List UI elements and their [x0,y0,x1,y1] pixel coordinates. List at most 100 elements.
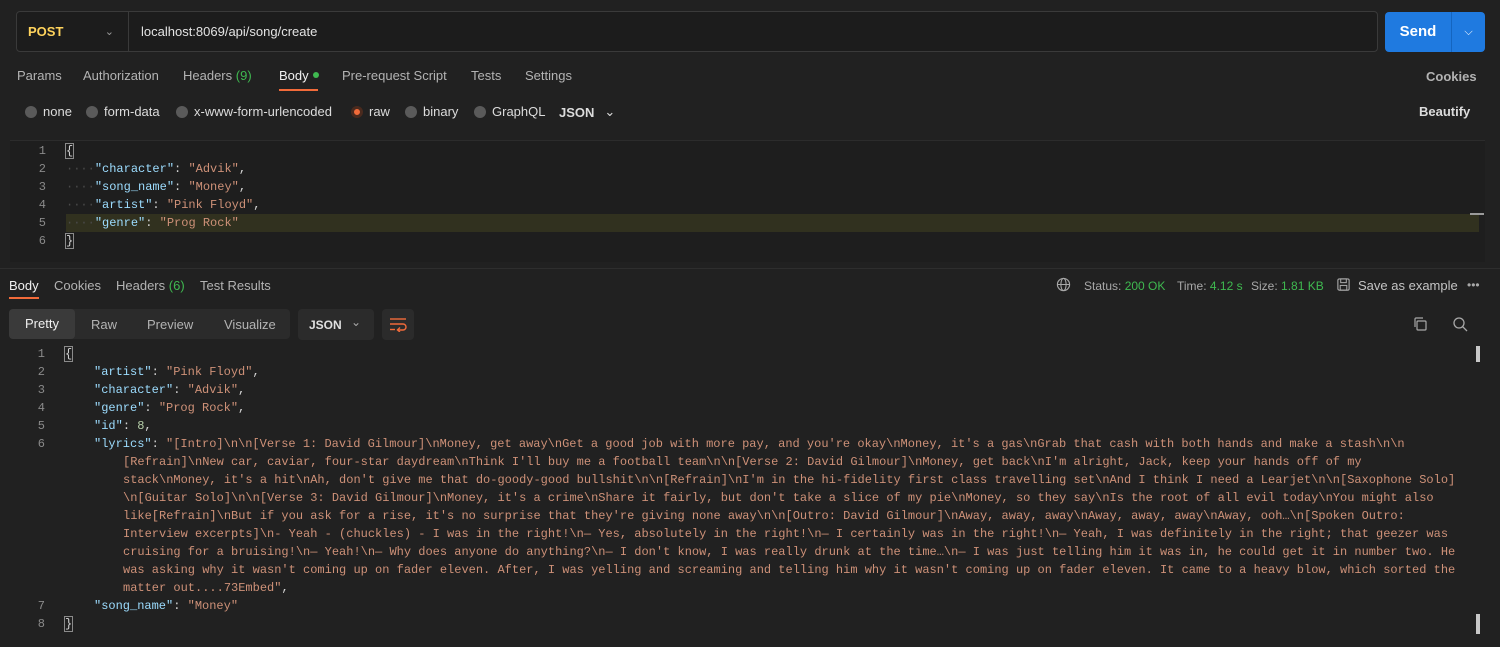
lyrics-value-line: was asking why it wasn't coming up on fa… [123,563,1456,577]
radio-binary[interactable]: binary [405,104,458,119]
tab-tests[interactable]: Tests [471,68,501,83]
more-options-icon[interactable]: ••• [1467,278,1480,292]
response-body-viewer[interactable]: 1 2 3 4 5 6 7 8 { "artist": "Pink Floyd"… [0,344,1500,647]
lyrics-value-line: [Refrain]\nNew car, caviar, four-star da… [123,455,1362,469]
wrap-lines-icon [390,318,407,332]
json-key: "genre" [94,216,146,230]
radio-urlencoded[interactable]: x-www-form-urlencoded [176,104,332,119]
json-key: "character" [94,383,174,397]
status-value: 200 OK [1124,279,1166,293]
lyrics-value-line: \n[Guitar Solo]\n\n[Verse 3: David Gilmo… [123,491,1434,505]
view-pretty[interactable]: Pretty [9,309,75,339]
radio-graphql[interactable]: GraphQL [474,104,545,119]
view-visualize[interactable]: Visualize [224,317,276,332]
json-value: "Money" [187,599,239,613]
line-number: 7 [37,599,45,613]
send-options-chevron-icon[interactable]: ⌵ [1452,12,1485,52]
line-number: 5 [37,419,45,433]
line-number: 1 [37,347,45,361]
size-label: Size: [1251,279,1278,293]
scrollbar-thumb-bottom[interactable] [1476,614,1480,634]
radio-form-data[interactable]: form-data [86,104,160,119]
response-format-select[interactable]: JSON ⌄ [298,309,374,340]
method-label: POST [28,24,64,39]
line-number: 3 [38,180,46,194]
view-mode-segment: Pretty Raw Preview Visualize [9,309,290,339]
status-indicator: Status: 200 OK [1084,279,1165,293]
radio-none[interactable]: none [25,104,72,119]
beautify-button[interactable]: Beautify [1419,104,1470,119]
method-select[interactable]: POST ⌄ [17,12,129,51]
json-key: "genre" [94,401,145,415]
time-indicator: Time: 4.12 s [1177,279,1243,293]
radio-raw[interactable]: raw [351,104,390,119]
code-line: ····"artist": "Pink Floyd", [66,198,261,212]
save-icon [1336,277,1351,295]
response-tab-body[interactable]: Body [9,278,39,293]
headers-count: (9) [235,68,252,83]
line-number: 2 [38,162,46,176]
line-number: 1 [38,144,46,158]
radio-graphql-label: GraphQL [492,104,546,119]
cookies-link[interactable]: Cookies [1426,69,1477,84]
globe-icon[interactable] [1056,277,1071,295]
radio-none-label: none [43,104,72,119]
body-dot-indicator [312,72,319,78]
json-key: "song_name" [94,180,175,194]
tab-body-label: Body [279,68,309,83]
tab-headers-label: Headers [183,68,233,83]
radio-form-data-label: form-data [104,104,160,119]
line-number: 3 [37,383,45,397]
chevron-down-icon: ⌄ [351,315,362,329]
radio-circle-selected [351,105,363,118]
tab-authorization[interactable]: Authorization [83,68,159,83]
json-key: "character" [94,162,175,176]
request-body-editor[interactable]: 1 2 3 4 5 6 { ····"character": "Advik", … [10,140,1485,262]
response-tab-test-results[interactable]: Test Results [200,278,271,293]
response-tab-cookies[interactable]: Cookies [54,278,101,293]
wrap-lines-button[interactable] [382,309,414,340]
code-line: ····"character": "Advik", [66,162,247,176]
lyrics-value-line: "[Intro]\n\n[Verse 1: David Gilmour]\nMo… [166,437,1405,451]
search-icon[interactable] [1452,316,1468,335]
line-number: 6 [37,437,45,451]
format-label: JSON [309,318,342,332]
size-indicator: Size: 1.81 KB [1251,279,1324,293]
url-input[interactable]: localhost:8069/api/song/create [141,12,317,51]
tab-pre-request-script[interactable]: Pre-request Script [342,68,447,83]
open-brace: { [63,346,74,362]
tab-body[interactable]: Body [279,68,319,83]
json-key: "artist" [94,365,152,379]
response-active-underline [9,297,39,299]
lyrics-value-line: like[Refrain]\nBut if you ask for a rise… [123,509,1405,523]
body-language-label: JSON [559,104,595,120]
time-label: Time: [1177,279,1207,293]
code-line: "character": "Advik", [94,383,246,397]
scrollbar-thumb-top[interactable] [1476,346,1480,362]
json-key: "artist" [94,198,153,212]
line-number: 6 [38,234,46,248]
send-button[interactable]: Send ⌵ [1385,12,1485,52]
tab-headers[interactable]: Headers (9) [183,68,252,83]
response-tab-headers-label: Headers [116,278,166,293]
json-value: "Pink Floyd" [166,198,254,212]
code-line: ····"song_name": "Money", [66,180,247,194]
copy-icon[interactable] [1412,316,1428,335]
save-as-example-button[interactable]: Save as example [1358,278,1458,293]
chevron-down-icon: ⌄ [604,104,616,119]
body-language-select[interactable]: JSON ⌄ [559,104,615,120]
radio-circle [176,105,188,118]
json-key: "id" [94,419,123,433]
code-line: "id": 8, [94,419,152,433]
view-preview[interactable]: Preview [147,317,193,332]
line-number: 5 [38,216,46,230]
status-label: Status: [1084,279,1122,293]
lyrics-value-line: matter out....73Embed" [123,581,282,595]
view-raw[interactable]: Raw [91,317,117,332]
response-tab-headers[interactable]: Headers (6) [116,278,185,293]
time-value: 4.12 s [1209,279,1243,293]
tab-settings[interactable]: Settings [525,68,572,83]
tab-params[interactable]: Params [17,68,62,83]
radio-circle [25,105,37,118]
radio-raw-label: raw [369,104,390,119]
